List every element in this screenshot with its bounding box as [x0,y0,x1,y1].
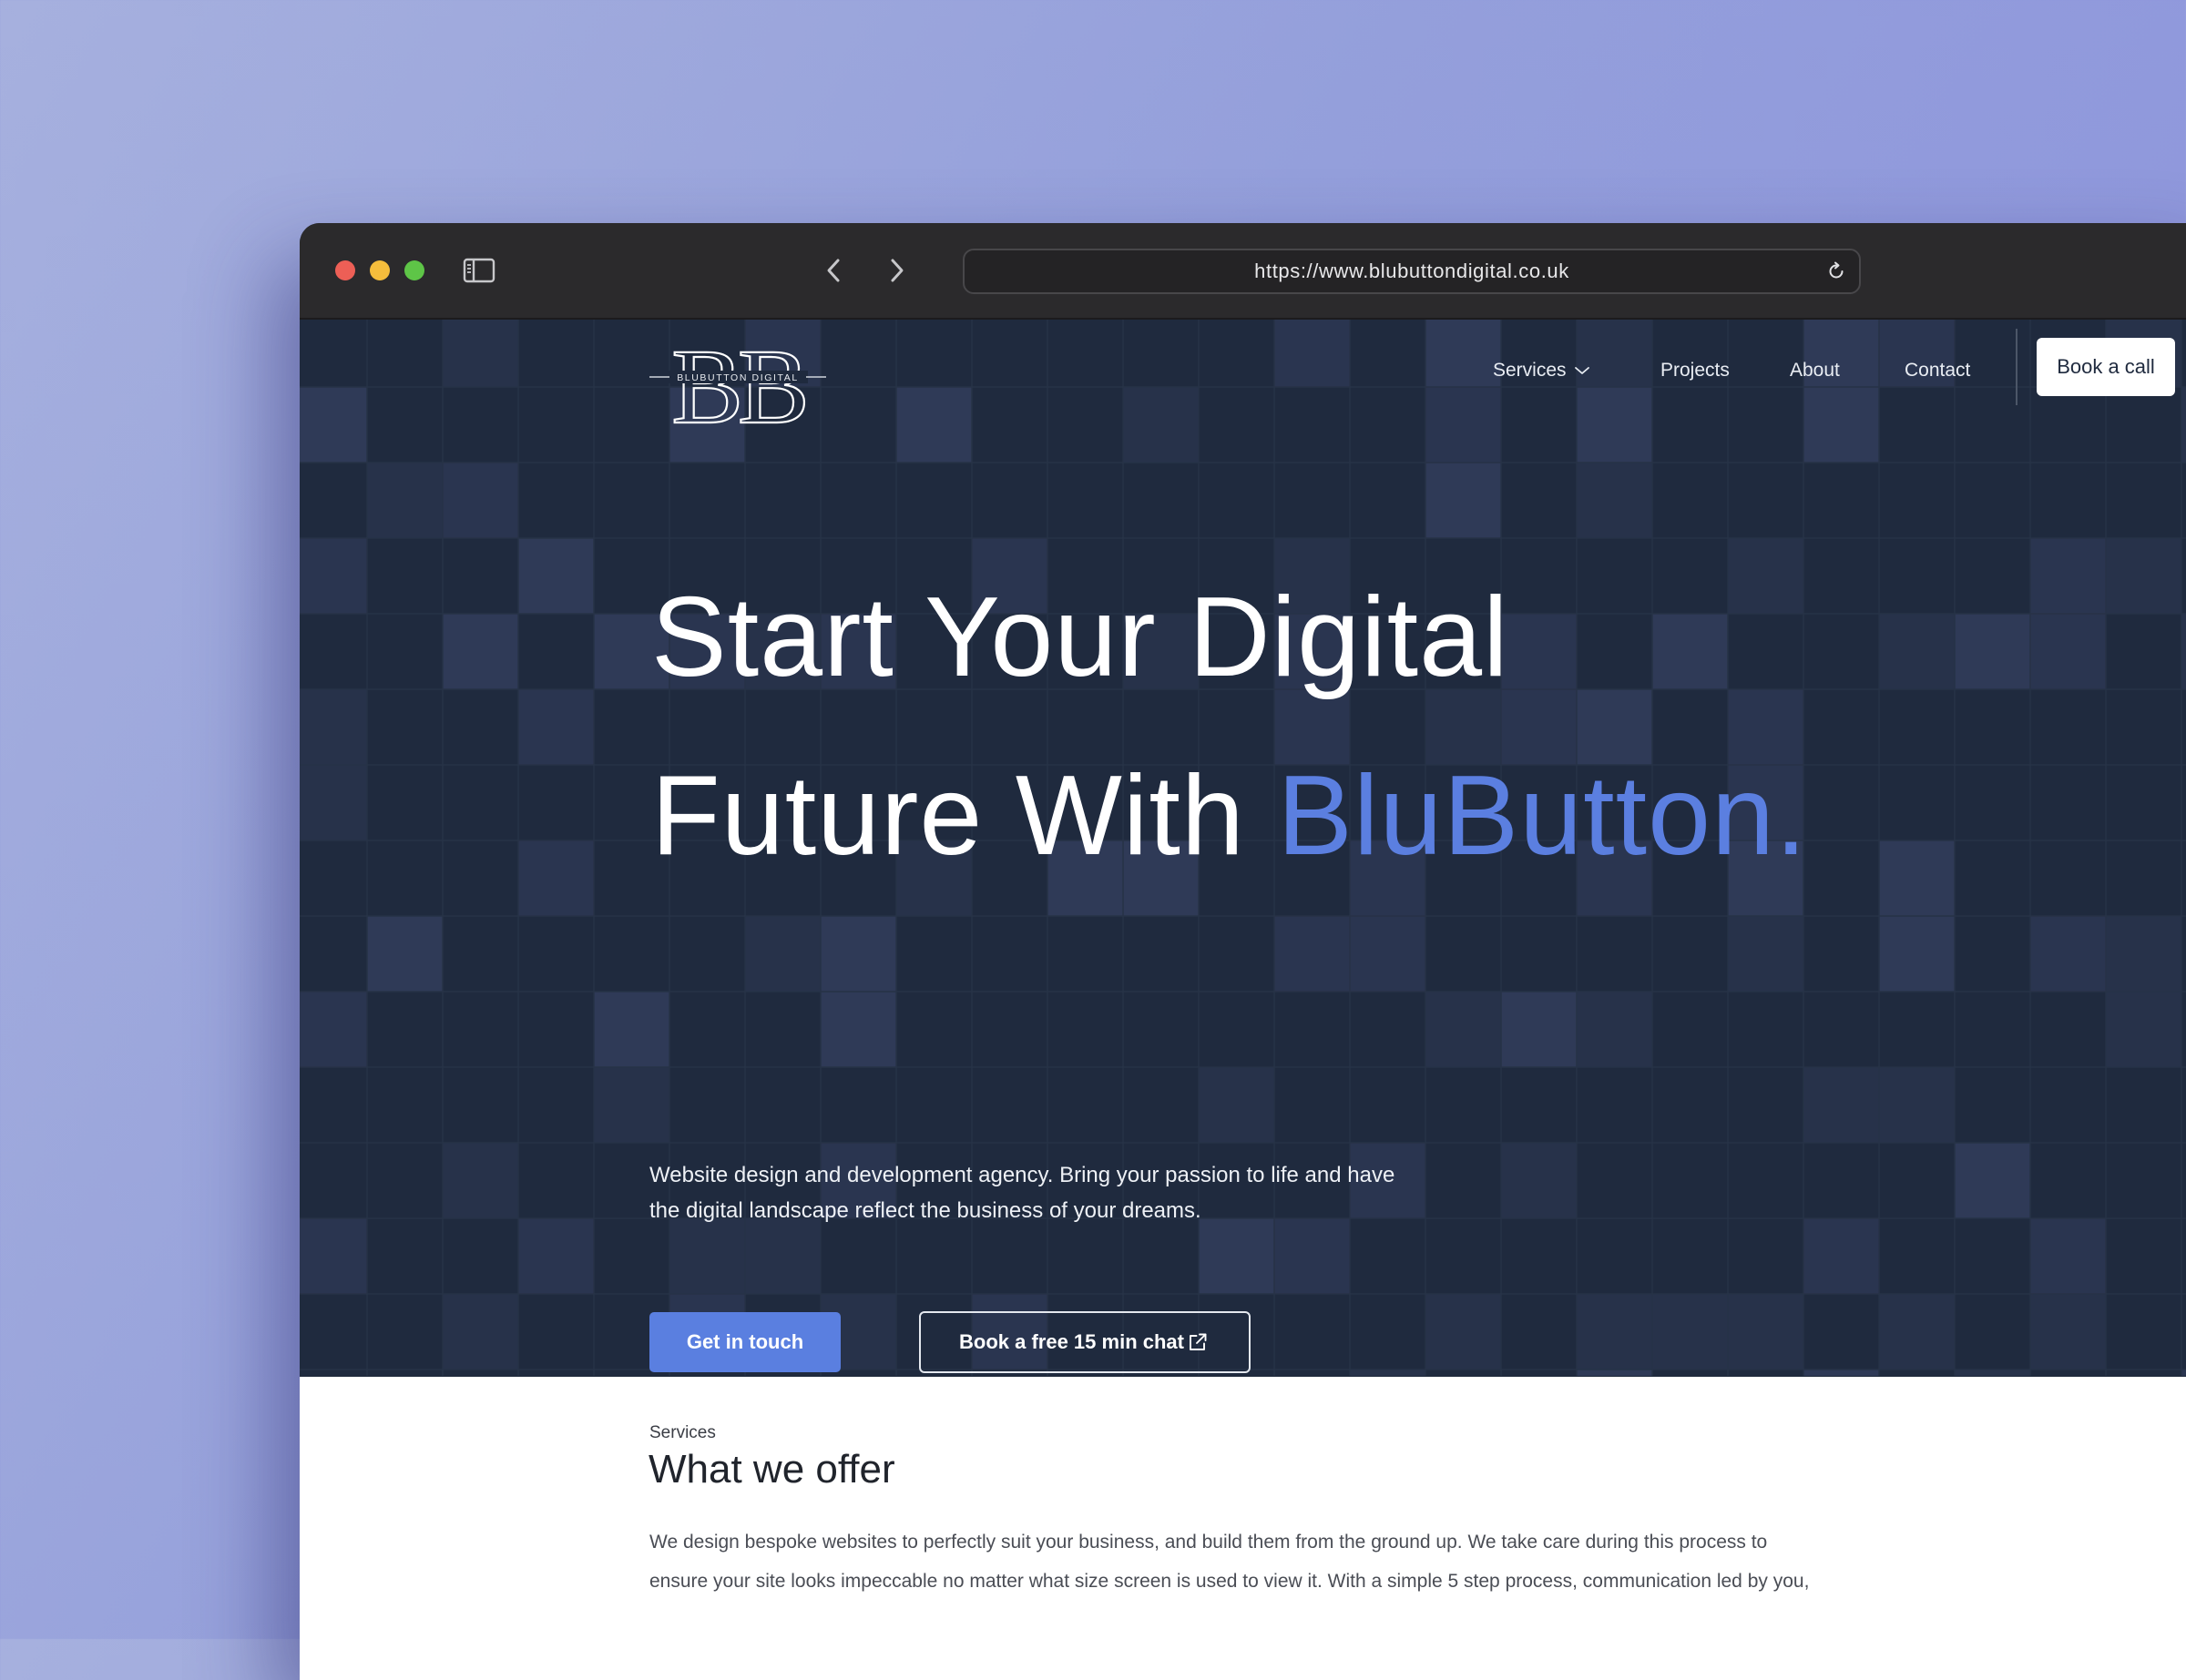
back-arrow-icon[interactable] [815,250,853,290]
hero-subtext-line-2: the digital landscape reflect the busine… [649,1198,1201,1223]
address-bar[interactable]: https://www.blubuttondigital.co.uk [963,249,1861,294]
close-window-button[interactable] [335,260,355,280]
sidebar-icon[interactable] [460,250,498,290]
hero-section: BB BLUBUTTON DIGITAL Services Projects A… [300,320,2186,1376]
hero-headline-line-2: Future With BluButton. [651,752,1807,880]
logo-wordmark: BLUBUTTON DIGITAL [677,372,799,383]
browser-window: https://www.blubuttondigital.co.uk BB BL… [300,223,2186,1680]
book-free-chat-label: Book a free 15 min chat [959,1330,1184,1353]
nav-about[interactable]: About [1790,358,1840,383]
section-kicker: Services [649,1423,716,1442]
services-section: Services What we offer We design bespoke… [300,1377,2186,1680]
section-title: What we offer [649,1447,895,1492]
book-a-call-button[interactable]: Book a call [2037,338,2175,396]
nav-projects[interactable]: Projects [1660,358,1730,383]
url-text: https://www.blubuttondigital.co.uk [1254,260,1569,282]
nav-divider [2016,329,2017,405]
chevron-down-icon[interactable] [1574,365,1590,376]
book-free-chat-button[interactable]: Book a free 15 min chat [919,1311,1251,1373]
reload-icon[interactable] [1826,261,1846,281]
hero-headline-line-1: Start Your Digital [651,575,1509,700]
zoom-window-button[interactable] [404,260,424,280]
get-in-touch-button[interactable]: Get in touch [649,1312,841,1372]
forward-arrow-icon[interactable] [877,250,915,290]
browser-titlebar: https://www.blubuttondigital.co.uk [300,223,2186,320]
minimize-window-button[interactable] [370,260,390,280]
section-body-line-2: ensure your site looks impeccable no mat… [649,1571,1810,1592]
hero-subtext: Website design and development agency. B… [649,1157,1469,1228]
headline-accent: BluButton. [1277,753,1808,879]
headline-prefix: Future With [651,753,1278,879]
section-body-line-1: We design bespoke websites to perfectly … [649,1532,1768,1553]
external-link-icon [1190,1333,1207,1350]
hero-subtext-line-1: Website design and development agency. B… [649,1163,1395,1187]
nav-services[interactable]: Services [1493,358,1567,383]
section-body: We design bespoke websites to perfectly … [649,1522,2016,1601]
blubutton-logo[interactable]: BB BLUBUTTON DIGITAL [649,327,826,427]
nav-contact[interactable]: Contact [1905,358,1970,383]
